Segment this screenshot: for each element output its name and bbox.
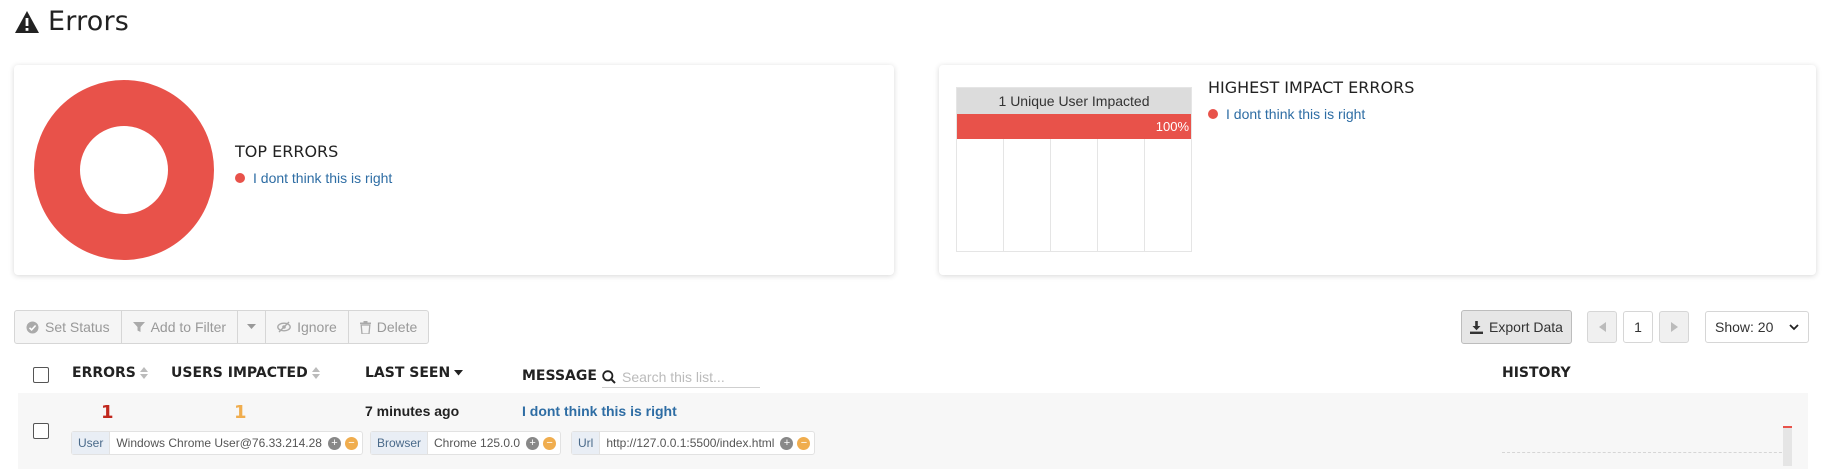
set-status-button[interactable]: Set Status	[15, 311, 122, 343]
ignore-label: Ignore	[297, 319, 337, 335]
page-size-value: Show: 20	[1715, 319, 1774, 335]
highest-impact-card: 1 Unique User Impacted 100% HIGHEST IMPA…	[939, 65, 1816, 275]
highest-impact-title: HIGHEST IMPACT ERRORS	[1208, 78, 1415, 97]
column-header-history: HISTORY	[1502, 365, 1571, 381]
search-input[interactable]	[622, 368, 756, 385]
chevron-left-icon	[1598, 322, 1606, 332]
errors-header-label: ERRORS	[72, 365, 136, 381]
next-page-button[interactable]	[1659, 311, 1689, 343]
export-data-label: Export Data	[1489, 319, 1563, 335]
warning-triangle-icon	[15, 10, 39, 33]
page-title: Errors	[48, 6, 130, 37]
last-seen-header-label: LAST SEEN	[365, 365, 451, 381]
tag-key: Url	[572, 432, 601, 454]
add-filter-icon[interactable]: +	[780, 436, 794, 450]
tag-user: User Windows Chrome User@76.33.214.28 + …	[71, 431, 363, 455]
last-seen-value: 7 minutes ago	[365, 403, 460, 419]
impact-bar-percent: 100%	[1155, 119, 1189, 134]
chevron-down-icon	[1789, 323, 1799, 330]
donut-slice[interactable]	[34, 80, 214, 260]
legend-dot-icon	[235, 173, 245, 183]
top-errors-donut-chart	[34, 80, 214, 260]
download-icon	[1470, 320, 1484, 334]
ignore-button[interactable]: Ignore	[266, 311, 349, 343]
chevron-right-icon	[1670, 322, 1678, 332]
delete-label: Delete	[376, 319, 418, 335]
column-header-message: MESSAGE	[522, 368, 597, 384]
bulk-action-toolbar: Set Status Add to Filter Ignore Delete	[14, 310, 430, 344]
set-status-label: Set Status	[45, 319, 110, 335]
select-all-checkbox[interactable]	[33, 367, 49, 383]
top-errors-title: TOP ERRORS	[235, 142, 339, 161]
sort-icon	[139, 367, 148, 379]
tag-value: Windows Chrome User@76.33.214.28	[116, 436, 322, 450]
top-errors-legend: TOP ERRORS I dont think this is right	[235, 142, 392, 186]
tag-key: User	[72, 432, 111, 454]
history-bar	[1783, 426, 1792, 466]
exclude-filter-icon[interactable]: −	[797, 436, 811, 450]
tag-url: Url http://127.0.0.1:5500/index.html + −	[571, 431, 816, 455]
impact-bar[interactable]: 100%	[957, 114, 1191, 139]
column-header-last-seen[interactable]: LAST SEEN	[365, 365, 464, 381]
impact-legend-item[interactable]: I dont think this is right	[1208, 106, 1414, 122]
impact-bar-header: 1 Unique User Impacted	[957, 88, 1191, 114]
current-page-number[interactable]: 1	[1623, 311, 1653, 343]
add-to-filter-dropdown[interactable]	[238, 311, 267, 343]
check-circle-icon	[26, 321, 39, 333]
eye-slash-icon	[277, 321, 291, 333]
delete-button[interactable]: Delete	[349, 311, 428, 343]
exclude-filter-icon[interactable]: −	[344, 436, 358, 450]
impact-bar-grid	[957, 139, 1191, 251]
tag-value: http://127.0.0.1:5500/index.html	[606, 436, 775, 450]
exclude-filter-icon[interactable]: −	[543, 436, 557, 450]
tag-browser: Browser Chrome 125.0.0 + −	[370, 431, 562, 455]
top-errors-card: TOP ERRORS I dont think this is right	[14, 65, 894, 275]
column-header-users-impacted[interactable]: USERS IMPACTED	[171, 365, 320, 381]
top-errors-legend-label[interactable]: I dont think this is right	[253, 170, 392, 186]
error-message-link[interactable]: I dont think this is right	[522, 403, 677, 419]
column-header-errors[interactable]: ERRORS	[72, 365, 148, 381]
caret-down-icon	[247, 324, 257, 329]
impact-legend: HIGHEST IMPACT ERRORS I dont think this …	[1208, 78, 1414, 122]
page-header: Errors	[14, 6, 129, 37]
filter-icon	[132, 322, 145, 332]
top-errors-legend-item[interactable]: I dont think this is right	[235, 170, 392, 186]
add-filter-icon[interactable]: +	[327, 436, 341, 450]
add-filter-icon[interactable]: +	[526, 436, 540, 450]
message-header-label: MESSAGE	[522, 368, 597, 384]
sort-icon	[311, 367, 320, 379]
history-header-label: HISTORY	[1502, 365, 1571, 381]
search-icon	[602, 369, 616, 384]
users-impacted-count: 1	[234, 402, 247, 423]
prev-page-button[interactable]	[1587, 311, 1617, 343]
table-row[interactable]: 1 1 7 minutes ago I dont think this is r…	[18, 393, 1808, 469]
add-to-filter-label: Add to Filter	[150, 319, 227, 335]
impact-legend-label[interactable]: I dont think this is right	[1226, 106, 1365, 122]
impact-bar-chart: 1 Unique User Impacted 100%	[956, 87, 1192, 252]
row-checkbox[interactable]	[33, 423, 49, 439]
tag-value: Chrome 125.0.0	[434, 436, 521, 450]
trash-icon	[359, 320, 371, 334]
export-data-button[interactable]: Export Data	[1461, 310, 1572, 344]
legend-dot-icon	[1208, 109, 1218, 119]
tag-key: Browser	[371, 432, 429, 454]
users-impacted-header-label: USERS IMPACTED	[171, 365, 308, 381]
search-box	[602, 366, 760, 388]
sort-desc-icon	[454, 370, 464, 376]
page-size-select[interactable]: Show: 20	[1705, 311, 1809, 343]
history-sparkline	[1502, 409, 1792, 466]
add-to-filter-button[interactable]: Add to Filter	[122, 311, 239, 343]
error-count: 1	[101, 402, 114, 423]
